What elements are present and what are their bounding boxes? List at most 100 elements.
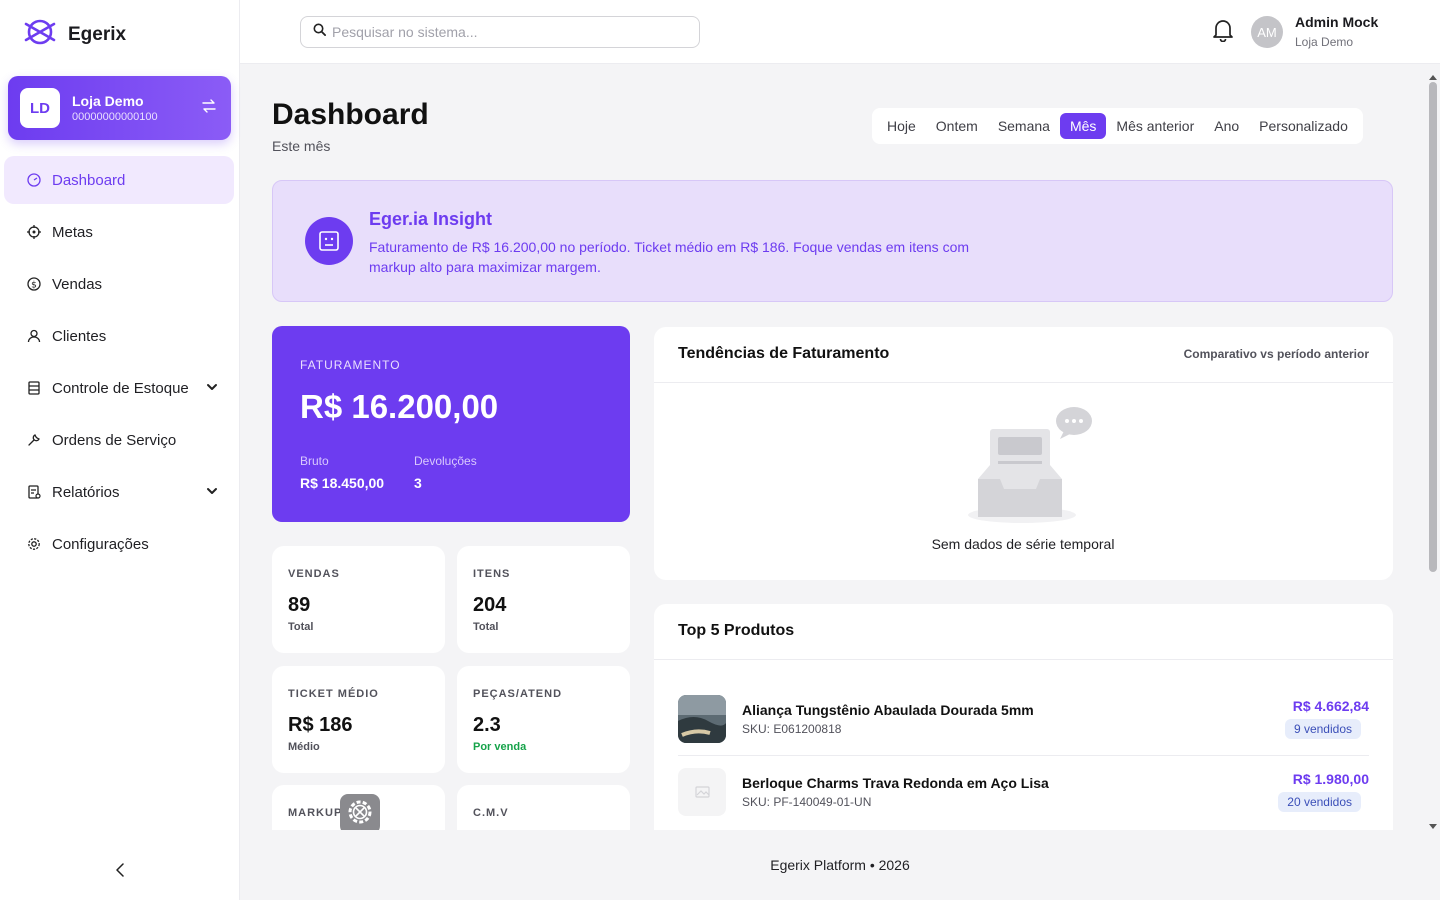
sidebar-item-dashboard[interactable]: Dashboard xyxy=(4,156,234,204)
chevron-down-icon[interactable] xyxy=(206,484,218,501)
returns-label: Devoluções xyxy=(414,454,477,468)
period-mes[interactable]: Mês xyxy=(1059,113,1107,139)
kpi-value: 89 xyxy=(288,594,311,616)
kpi-label: VENDAS xyxy=(288,568,340,580)
scroll-thumb[interactable] xyxy=(1429,82,1437,572)
store-id: 00000000000100 xyxy=(72,111,158,123)
gear-icon xyxy=(26,536,42,552)
page-subtitle: Este mês xyxy=(272,138,331,154)
user-name[interactable]: Admin Mock xyxy=(1295,14,1378,30)
kpi-sub: Total xyxy=(473,621,499,633)
period-selector: Hoje Ontem Semana Mês Mês anterior Ano P… xyxy=(872,108,1363,144)
top-bar: AM Admin Mock Loja Demo xyxy=(240,0,1440,64)
sidebar-item-ordens-servico[interactable]: Ordens de Serviço xyxy=(4,416,234,464)
period-semana[interactable]: Semana xyxy=(988,113,1060,139)
period-mes-anterior[interactable]: Mês anterior xyxy=(1106,113,1204,139)
store-avatar: LD xyxy=(20,88,60,128)
product-row[interactable]: Aliança Tungstênio Abaulada Dourada 5mm … xyxy=(678,695,1369,767)
kpi-label: PEÇAS/ATEND xyxy=(473,688,563,700)
top-products-title: Top 5 Produtos xyxy=(678,622,795,639)
wrench-icon xyxy=(26,432,42,448)
search-box[interactable] xyxy=(300,16,700,48)
gross-value: R$ 18.450,00 xyxy=(300,475,385,491)
insight-title: Eger.ia Insight xyxy=(369,209,493,229)
divider xyxy=(678,755,1369,756)
period-personalizado[interactable]: Personalizado xyxy=(1249,113,1358,139)
robot-icon xyxy=(305,217,353,265)
floating-settings-button[interactable] xyxy=(340,794,380,830)
empty-state-text: Sem dados de série temporal xyxy=(931,536,1115,552)
sidebar-item-configuracoes[interactable]: Configurações xyxy=(4,520,234,568)
empty-inbox-icon xyxy=(964,403,1094,532)
main-content: Dashboard Este mês Hoje Ontem Semana Mês… xyxy=(240,64,1426,830)
product-thumbnail xyxy=(678,695,726,743)
user-store: Loja Demo xyxy=(1295,35,1354,49)
kpi-value: R$ 186 xyxy=(288,714,353,736)
chevron-left-icon xyxy=(115,862,125,882)
top-products-card: Top 5 Produtos Aliança Tungstênio Abaula… xyxy=(654,604,1393,830)
kpi-sub: Por venda xyxy=(473,741,527,753)
kpi-value: 204 xyxy=(473,594,507,616)
footer: Egerix Platform • 2026 xyxy=(240,830,1440,900)
search-input[interactable] xyxy=(332,24,672,40)
store-name: Loja Demo xyxy=(72,93,144,109)
product-price: R$ 4.662,84 xyxy=(1292,698,1369,714)
notification-bell-icon[interactable] xyxy=(1212,18,1234,47)
product-sku: SKU: PF-140049-01-UN xyxy=(742,795,872,809)
footer-text: Egerix Platform • 2026 xyxy=(770,857,910,873)
kpi-value: 2.3 xyxy=(473,714,501,736)
sidebar-item-relatorios[interactable]: Relatórios xyxy=(4,468,234,516)
kpi-cmv: C.M.V xyxy=(457,785,630,830)
kpi-label: MARKUP xyxy=(288,807,343,819)
product-row[interactable]: Berloque Charms Trava Redonda em Aço Lis… xyxy=(678,768,1369,830)
collapse-sidebar-button[interactable] xyxy=(108,860,132,884)
period-hoje[interactable]: Hoje xyxy=(877,113,926,139)
kpi-label: TICKET MÉDIO xyxy=(288,688,379,700)
period-ano[interactable]: Ano xyxy=(1204,113,1249,139)
swap-icon[interactable] xyxy=(201,98,217,118)
sold-count-badge: 9 vendidos xyxy=(1284,719,1361,739)
product-name: Aliança Tungstênio Abaulada Dourada 5mm xyxy=(742,702,1034,718)
insight-text: Faturamento de R$ 16.200,00 no período. … xyxy=(369,239,970,275)
svg-text:$: $ xyxy=(31,281,37,291)
brand[interactable]: Egerix xyxy=(24,18,126,51)
user-avatar[interactable]: AM xyxy=(1251,16,1283,48)
sidebar: Egerix LD Loja Demo 00000000000100 Dashb… xyxy=(0,0,240,900)
kpi-ticket-medio: TICKET MÉDIO R$ 186 Médio xyxy=(272,666,445,773)
sidebar-item-label: Dashboard xyxy=(52,171,126,189)
search-icon xyxy=(313,23,326,41)
sidebar-item-label: Metas xyxy=(52,223,93,241)
product-sku: SKU: E061200818 xyxy=(742,722,842,736)
sold-count-badge: 20 vendidos xyxy=(1278,792,1361,812)
kpi-itens: ITENS 204 Total xyxy=(457,546,630,653)
sidebar-item-label: Configurações xyxy=(52,535,149,553)
brand-name: Egerix xyxy=(68,23,127,45)
kpi-sub: Médio xyxy=(288,741,320,753)
target-icon xyxy=(26,224,42,240)
gross-label: Bruto xyxy=(300,454,329,468)
sidebar-item-clientes[interactable]: Clientes xyxy=(4,312,234,360)
trends-note: Comparativo vs período anterior xyxy=(1183,347,1369,361)
revenue-value: R$ 16.200,00 xyxy=(300,388,499,425)
sidebar-item-vendas[interactable]: $ Vendas xyxy=(4,260,234,308)
sidebar-item-label: Vendas xyxy=(52,275,103,293)
sidebar-item-controle-estoque[interactable]: Controle de Estoque xyxy=(4,364,234,412)
kpi-vendas: VENDAS 89 Total xyxy=(272,546,445,653)
page-title: Dashboard xyxy=(272,98,429,131)
image-placeholder-icon xyxy=(678,768,726,816)
store-switcher[interactable]: LD Loja Demo 00000000000100 xyxy=(8,76,231,140)
insight-banner: Eger.ia Insight Faturamento de R$ 16.200… xyxy=(272,180,1393,302)
period-ontem[interactable]: Ontem xyxy=(926,113,988,139)
sidebar-item-metas[interactable]: Metas xyxy=(4,208,234,256)
sidebar-item-label: Controle de Estoque xyxy=(52,379,189,397)
inventory-icon xyxy=(26,380,42,396)
sidebar-item-label: Clientes xyxy=(52,327,107,345)
egerix-logo-icon xyxy=(24,18,56,51)
kpi-label: ITENS xyxy=(473,568,511,580)
main-scrollbar[interactable] xyxy=(1426,64,1440,830)
card-header: Top 5 Produtos xyxy=(654,604,1393,660)
returns-value: 3 xyxy=(414,475,422,491)
product-name: Berloque Charms Trava Redonda em Aço Lis… xyxy=(742,775,1049,791)
chevron-down-icon[interactable] xyxy=(206,380,218,397)
sidebar-item-label: Ordens de Serviço xyxy=(52,431,177,449)
